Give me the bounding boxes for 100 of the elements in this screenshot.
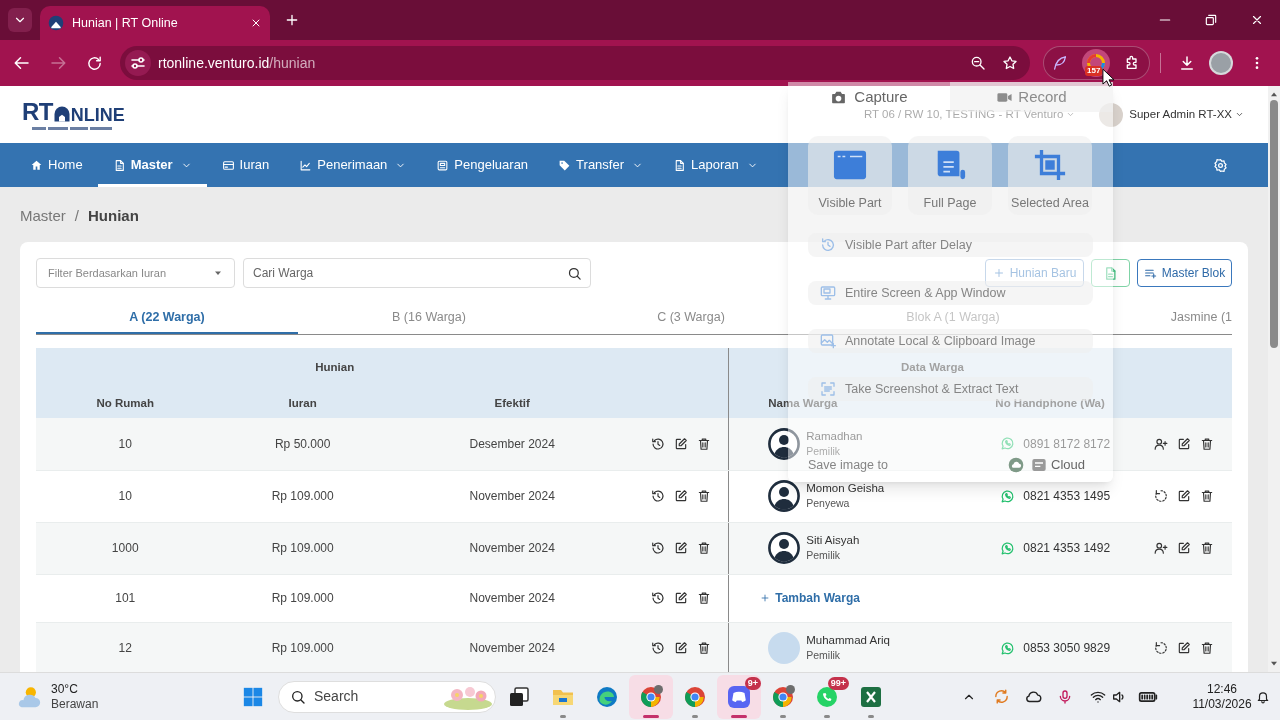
close-icon[interactable]	[250, 17, 262, 29]
address-bar[interactable]: rtonline.venturo.id/hunian	[120, 46, 1030, 80]
edit-icon[interactable]	[673, 436, 688, 451]
rotate-icon[interactable]	[1153, 489, 1168, 503]
popup-tab[interactable]: Record	[950, 82, 1113, 112]
capture-option[interactable]: Entire Screen & App Window	[808, 281, 1093, 305]
close-icon[interactable]	[1250, 13, 1264, 27]
history-icon[interactable]	[650, 541, 665, 555]
capture-mode-button[interactable]: Visible Part	[808, 136, 892, 215]
microphone-icon[interactable]	[1057, 688, 1073, 705]
weather-temperature: 30°C	[51, 681, 79, 697]
table-cell: 10	[36, 470, 215, 522]
add-warga-link[interactable]: Tambah Warga	[760, 589, 860, 607]
site-info-icon[interactable]	[125, 50, 151, 76]
rotate-icon[interactable]	[1153, 641, 1168, 655]
trash-icon[interactable]	[1199, 489, 1214, 503]
edit-icon[interactable]	[1176, 436, 1191, 451]
notification-badge: 9+	[744, 676, 761, 690]
table-cell: 101	[36, 574, 215, 622]
history-icon[interactable]	[650, 436, 665, 451]
history-icon[interactable]	[650, 641, 665, 655]
trash-icon[interactable]	[696, 436, 711, 451]
trash-icon[interactable]	[696, 591, 711, 605]
edit-icon[interactable]	[673, 489, 688, 503]
trash-icon[interactable]	[1199, 436, 1214, 451]
taskbar-app-button[interactable]: 99+	[805, 674, 849, 719]
table-cell: Desember 2024	[390, 418, 634, 470]
filter-select[interactable]: Filter Berdasarkan Iuran	[36, 258, 235, 288]
breadcrumb-link[interactable]: Master	[20, 207, 66, 225]
chevron-down-icon	[1066, 110, 1076, 119]
bell-icon[interactable]	[1256, 689, 1270, 704]
zoom-out-icon[interactable]	[970, 55, 986, 71]
capture-option[interactable]: Visible Part after Delay	[808, 233, 1093, 257]
table-cell: Rp 109.000	[214, 470, 391, 522]
avatar-photo-placeholder	[768, 632, 801, 664]
storage-box-icon[interactable]	[1031, 457, 1048, 473]
resident-name: Muhammad Ariq	[806, 633, 890, 648]
breadcrumb-current: Hunian	[88, 207, 139, 225]
tab[interactable]: A (22 Warga)	[36, 302, 298, 334]
capture-mode-button[interactable]: Selected Area	[1008, 136, 1092, 215]
capture-mode-button[interactable]: Full Page	[908, 136, 992, 215]
nav-item[interactable]: Iuran	[206, 143, 285, 187]
cloud-circle-icon[interactable]	[1008, 457, 1025, 473]
plus-icon[interactable]	[284, 12, 300, 28]
trash-icon[interactable]	[696, 541, 711, 555]
puzzle-icon[interactable]	[1124, 55, 1140, 71]
edit-icon[interactable]	[1176, 641, 1191, 655]
scroll-up-icon[interactable]	[1270, 91, 1278, 97]
history-icon[interactable]	[650, 591, 665, 605]
profile-avatar[interactable]	[1209, 51, 1233, 75]
edit-icon[interactable]	[673, 591, 688, 605]
gear-icon[interactable]	[1213, 157, 1228, 173]
trash-icon[interactable]	[1199, 641, 1214, 655]
task-view-icon	[507, 684, 531, 709]
arrow-left-icon[interactable]	[13, 54, 31, 72]
download-icon[interactable]	[1178, 54, 1196, 72]
cloud-icon[interactable]	[1024, 688, 1042, 705]
nav-item[interactable]: Pengeluaran	[421, 143, 544, 187]
nav-item[interactable]: Home	[15, 143, 98, 187]
tab[interactable]: B (16 Warga)	[298, 302, 560, 334]
sync-icon[interactable]	[992, 688, 1010, 705]
capture-option[interactable]: Annotate Local & Clipboard Image	[808, 329, 1093, 353]
tab-list-button[interactable]	[8, 8, 32, 32]
nav-item[interactable]: Transfer	[543, 143, 658, 187]
scroll-down-icon[interactable]	[1270, 661, 1278, 667]
user-plus-icon[interactable]	[1153, 436, 1168, 451]
taskbar-search-field[interactable]: Search	[278, 680, 496, 713]
restore-icon[interactable]	[1204, 13, 1218, 27]
user-menu[interactable]: Super Admin RT-XX	[1129, 105, 1244, 124]
table-cell: 10	[36, 418, 215, 470]
scrollbar-thumb[interactable]	[1270, 100, 1278, 348]
edit-icon[interactable]	[1176, 541, 1191, 555]
user-plus-icon[interactable]	[1153, 541, 1168, 555]
warga-search-field[interactable]: Cari Warga	[243, 258, 591, 288]
nav-item[interactable]: Penerimaan	[284, 143, 422, 187]
search-icon[interactable]	[567, 265, 582, 281]
feather-icon[interactable]	[1052, 55, 1068, 71]
trash-icon[interactable]	[696, 641, 711, 655]
start-menu-icon[interactable]	[242, 685, 264, 708]
nav-item[interactable]: Laporan	[658, 143, 773, 187]
phone-number: 0891 8172 8172	[1023, 435, 1111, 453]
resident-role: Penyewa	[806, 496, 851, 511]
browser-tab[interactable]: Hunian | RT Online	[40, 6, 270, 40]
trash-icon[interactable]	[696, 489, 711, 503]
clock-arrow-icon	[820, 237, 836, 253]
taskbar-app-button[interactable]: 9+	[717, 674, 761, 719]
table-cell: November 2024	[390, 522, 634, 574]
edit-icon[interactable]	[673, 541, 688, 555]
trash-icon[interactable]	[1199, 541, 1214, 555]
phone-number: 0821 4353 1495	[1023, 488, 1111, 505]
phone-number: 0853 3050 9829	[1023, 640, 1111, 657]
clock-date: 11/03/2026	[1192, 696, 1252, 712]
reload-icon[interactable]	[85, 54, 103, 72]
star-icon[interactable]	[1002, 55, 1018, 71]
edit-icon[interactable]	[1176, 489, 1191, 503]
history-icon[interactable]	[650, 489, 665, 503]
edit-icon[interactable]	[673, 641, 688, 655]
spreadsheet-icon	[859, 684, 883, 709]
master-blok-button[interactable]: Master Blok	[1137, 259, 1232, 287]
save-target[interactable]: Cloud	[1051, 455, 1085, 475]
